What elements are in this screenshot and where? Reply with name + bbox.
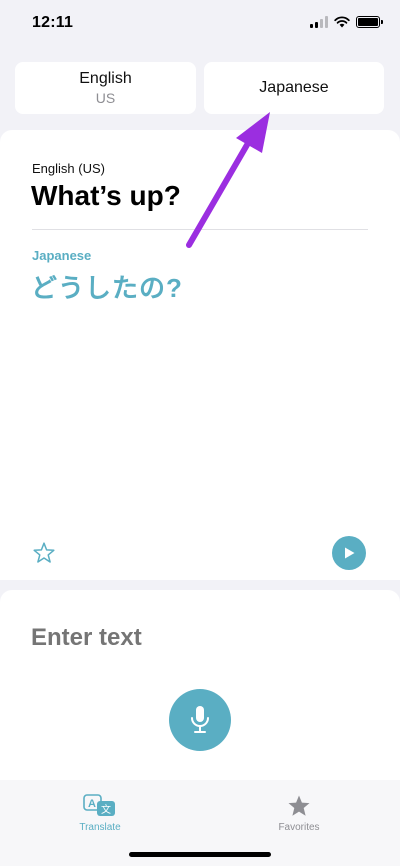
tab-translate-label: Translate	[79, 822, 121, 833]
translated-text: どうしたの?	[31, 273, 183, 303]
status-time: 12:11	[32, 14, 74, 31]
translate-icon: A 文	[83, 794, 115, 816]
microphone-button[interactable]	[169, 689, 231, 751]
text-input[interactable]	[31, 624, 331, 652]
wifi-icon	[334, 16, 350, 28]
svg-text:文: 文	[101, 803, 111, 816]
source-language-label: English (US)	[32, 161, 105, 176]
tab-translate[interactable]: A 文 Translate	[60, 794, 140, 833]
favorite-star-icon[interactable]	[32, 541, 56, 565]
source-language-region: US	[95, 90, 116, 106]
target-language-button[interactable]: Japanese	[204, 62, 384, 114]
cellular-signal-icon	[310, 16, 328, 28]
status-bar: 12:11	[0, 0, 400, 48]
source-text: What’s up?	[31, 180, 181, 211]
battery-icon	[356, 16, 383, 28]
target-language-label: Japanese	[32, 248, 92, 263]
play-icon	[345, 547, 355, 559]
home-indicator	[129, 852, 271, 857]
source-language-name: English	[79, 70, 132, 87]
source-language-button[interactable]: English US	[15, 62, 196, 114]
translation-card: English (US) What’s up? Japanese どうしたの?	[0, 130, 400, 580]
star-icon	[288, 795, 310, 816]
svg-text:A: A	[88, 798, 96, 810]
play-button[interactable]	[332, 536, 366, 570]
tab-favorites[interactable]: Favorites	[259, 794, 339, 833]
divider	[32, 229, 368, 230]
tab-favorites-label: Favorites	[278, 822, 320, 833]
target-language-name: Japanese	[259, 79, 329, 96]
input-area	[0, 590, 400, 780]
microphone-icon	[191, 706, 209, 733]
status-icons	[310, 16, 383, 28]
